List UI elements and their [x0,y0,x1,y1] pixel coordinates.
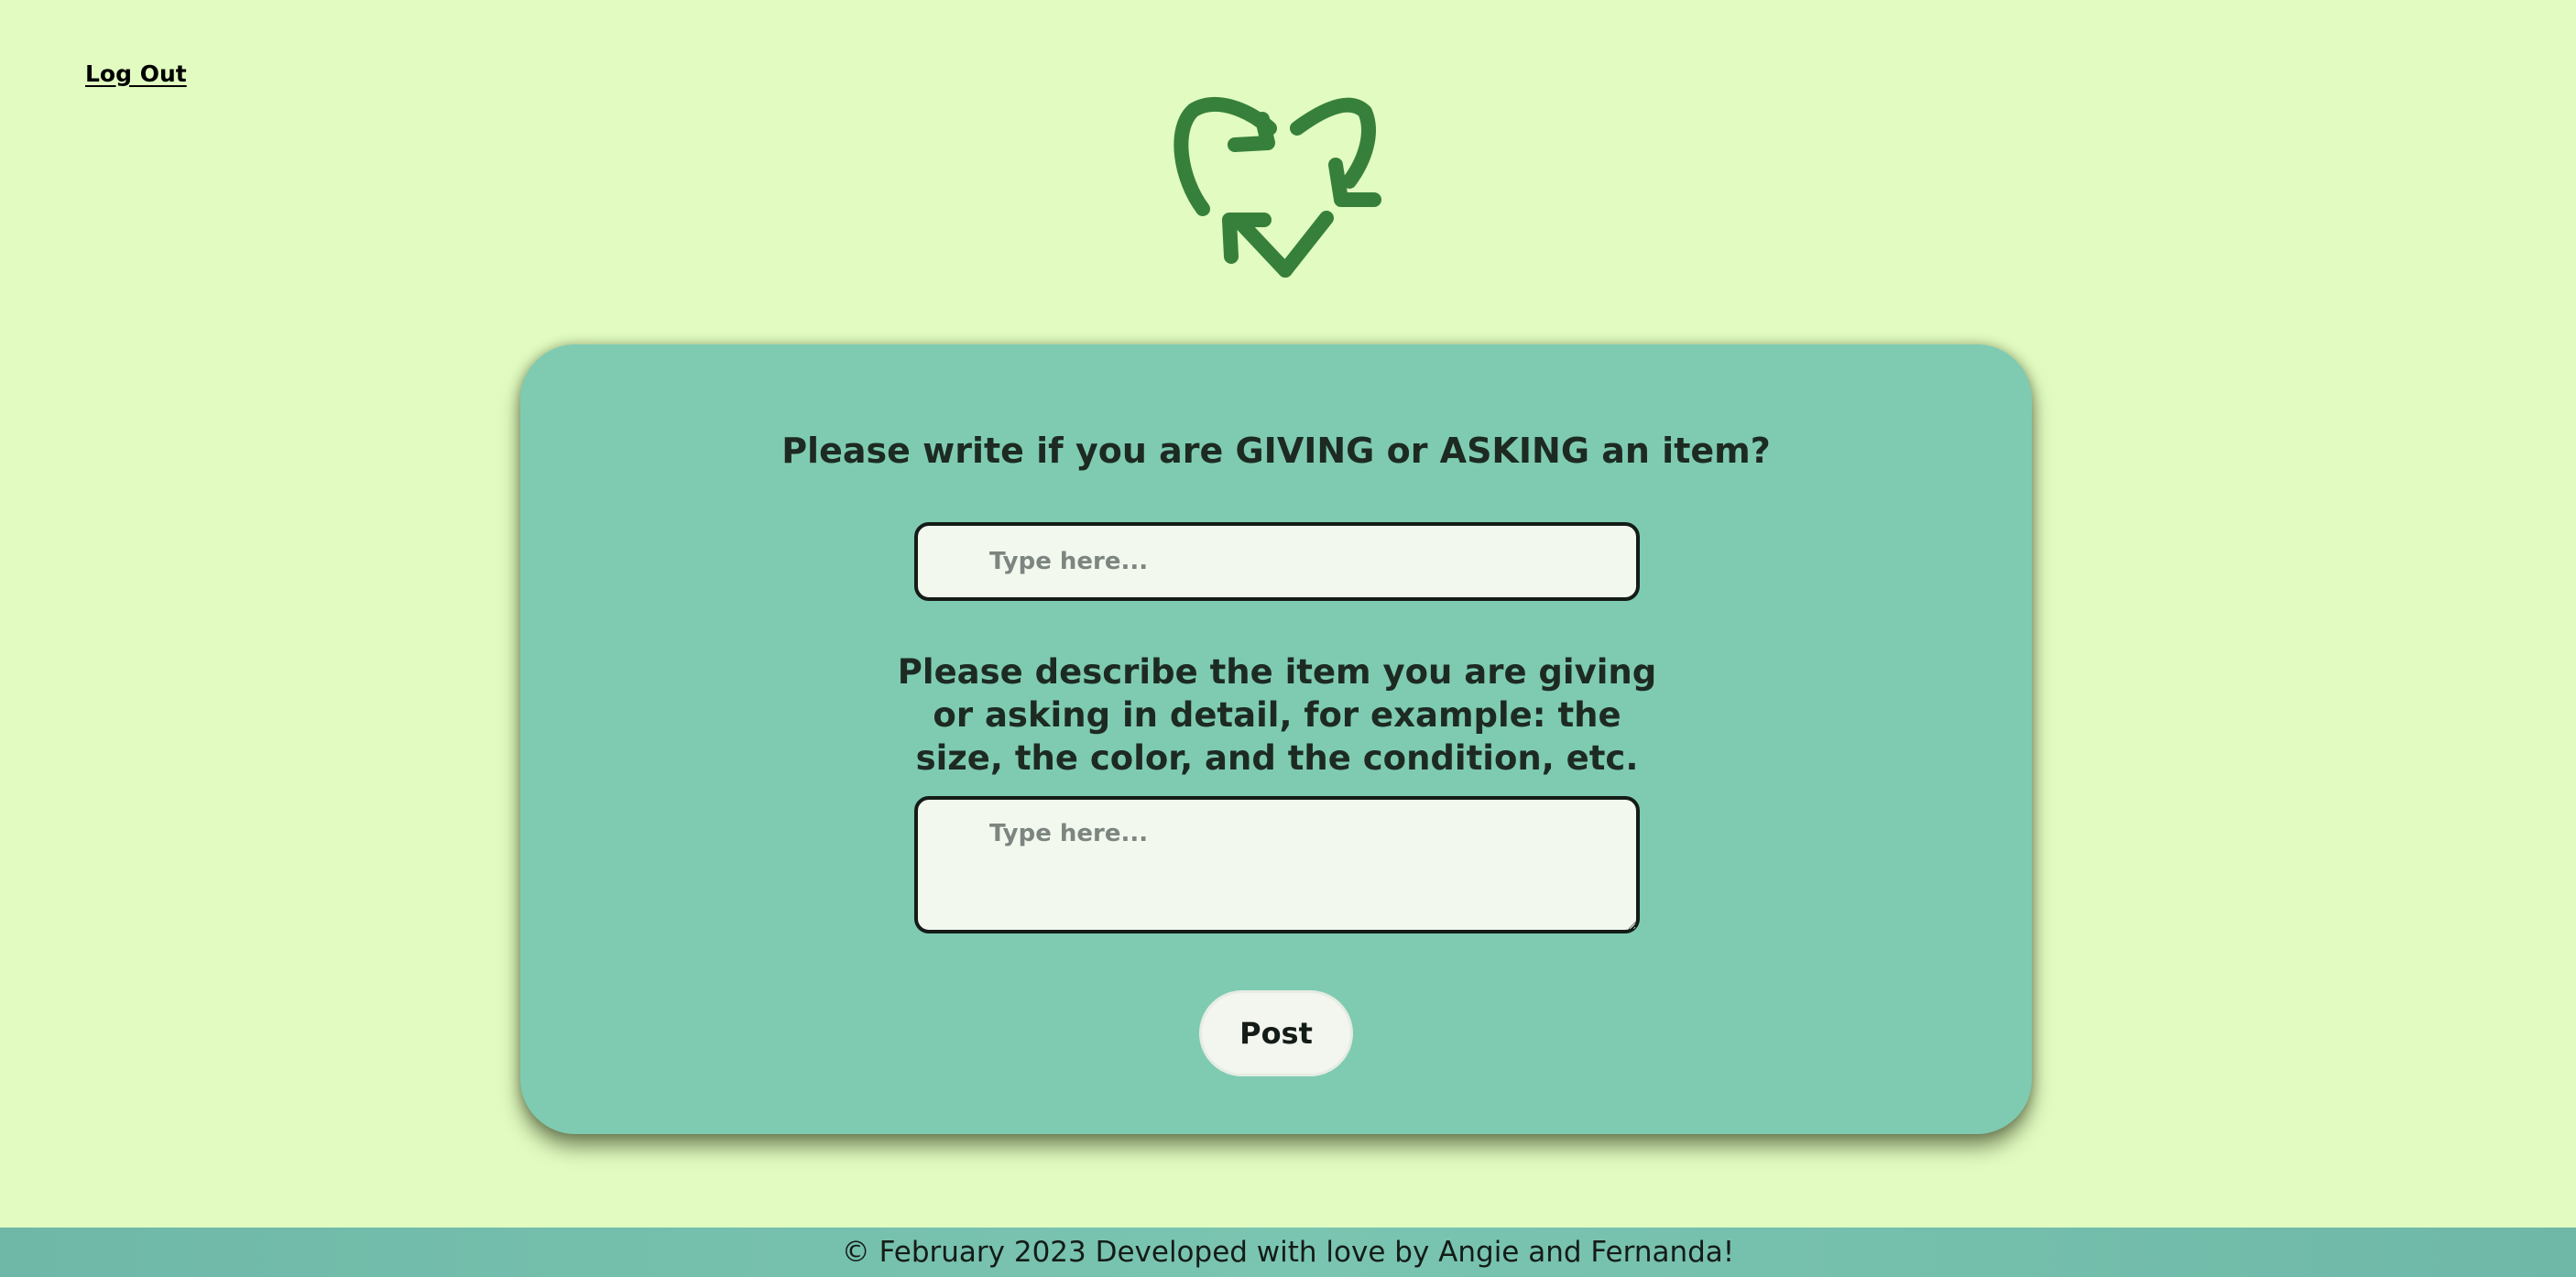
type-question-label: Please write if you are GIVING or ASKING… [781,431,1771,471]
recycle-icon [1173,96,1381,278]
description-question-label: Please describe the item you are giving … [897,652,1657,778]
logout-link[interactable]: Log Out [85,60,187,87]
footer: © February 2023 Developed with love by A… [0,1228,2576,1277]
post-form-card: Please write if you are GIVING or ASKING… [520,344,2032,1134]
item-description-textarea[interactable] [914,796,1640,933]
footer-text: © February 2023 Developed with love by A… [841,1236,1735,1269]
post-button[interactable]: Post [1199,990,1353,1076]
item-type-input[interactable] [914,522,1640,601]
